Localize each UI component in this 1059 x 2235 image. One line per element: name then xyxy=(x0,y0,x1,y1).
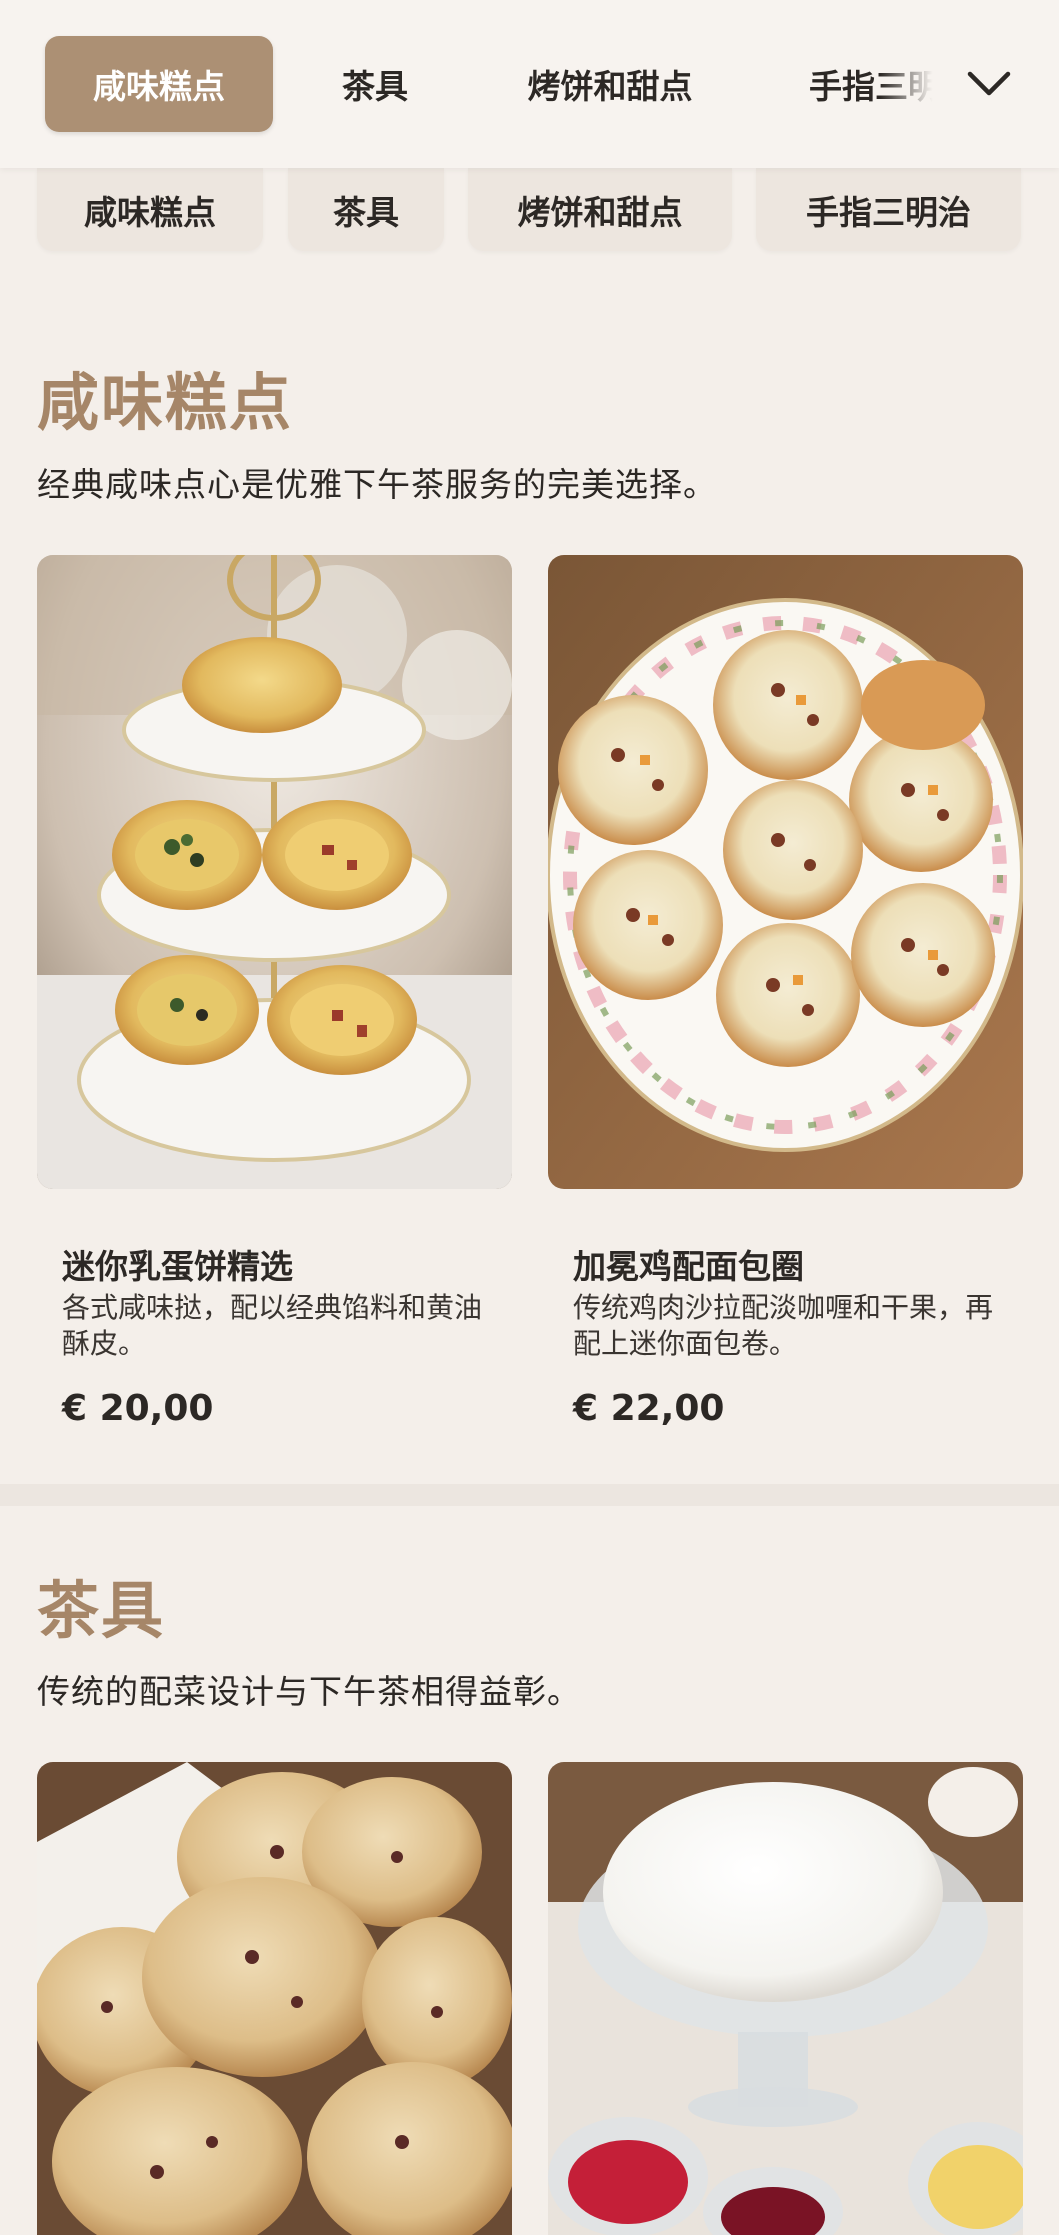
nav-fade xyxy=(880,36,950,132)
category-chip-tea-set[interactable]: 茶具 xyxy=(288,168,444,251)
item-desc-coronation-chicken: 传统鸡肉沙拉配淡咖喱和干果，再配上迷你面包卷。 xyxy=(573,1291,994,1360)
nav-tab-savory[interactable]: 咸味糕点 xyxy=(45,36,273,132)
item-name-coronation-chicken: 加冕鸡配面包圈 xyxy=(573,1247,804,1286)
section-title-savory: 咸味糕点 xyxy=(37,366,294,439)
nav-tab-tea-set[interactable]: 茶具 xyxy=(300,36,450,132)
nav-tab-scones[interactable]: 烤饼和甜点 xyxy=(490,36,730,132)
section-divider xyxy=(0,1484,1059,1506)
section-subtitle-tea-set: 传统的配菜设计与下午茶相得益彰。 xyxy=(37,1672,581,1711)
section-subtitle-savory: 经典咸味点心是优雅下午茶服务的完美选择。 xyxy=(37,465,717,504)
section-title-tea-set: 茶具 xyxy=(37,1574,166,1647)
coronation-chicken-image[interactable] xyxy=(548,555,1023,1189)
item-price-quiche: € 20,00 xyxy=(62,1388,214,1429)
category-chip-scones[interactable]: 烤饼和甜点 xyxy=(468,168,732,251)
chevron-down-icon[interactable] xyxy=(955,50,1023,118)
item-name-quiche: 迷你乳蛋饼精选 xyxy=(62,1247,293,1286)
category-chip-sandwiches[interactable]: 手指三明治 xyxy=(756,168,1021,251)
item-price-coronation-chicken: € 22,00 xyxy=(573,1388,725,1429)
clotted-cream-image[interactable] xyxy=(548,1762,1023,2235)
top-nav: 咸味糕点 茶具 烤饼和甜点 手指三明治 xyxy=(0,0,1059,168)
category-chip-savory[interactable]: 咸味糕点 xyxy=(37,168,263,251)
scones-image[interactable] xyxy=(37,1762,512,2235)
category-strip: 咸味糕点 茶具 烤饼和甜点 手指三明治 xyxy=(0,168,1059,263)
item-desc-quiche: 各式咸味挞，配以经典馅料和黄油酥皮。 xyxy=(62,1291,483,1360)
quiche-image[interactable] xyxy=(37,555,512,1189)
